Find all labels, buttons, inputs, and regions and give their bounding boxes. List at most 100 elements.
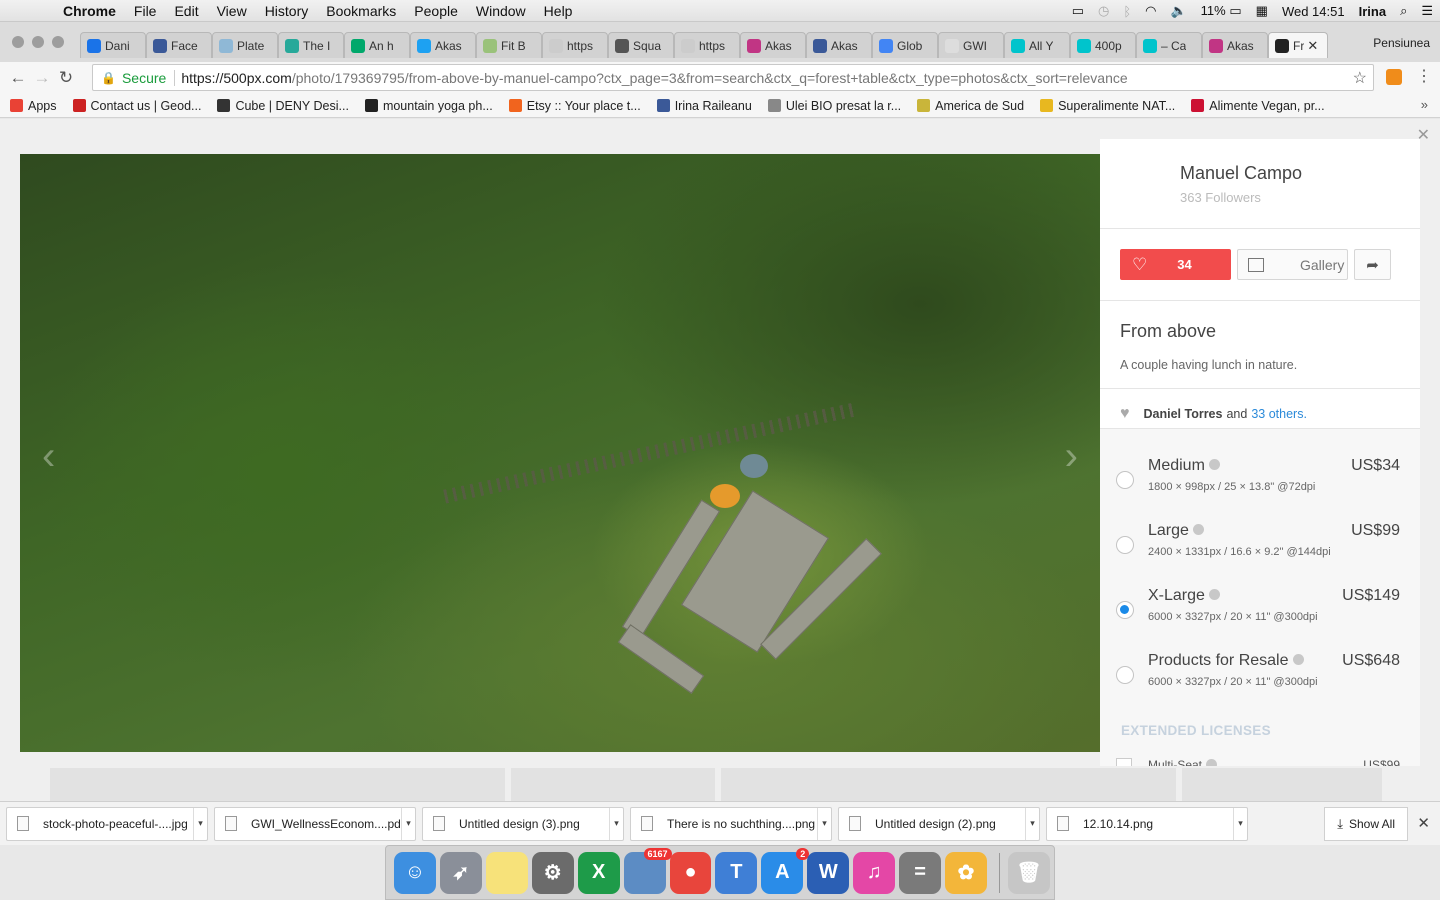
extension-icon[interactable]	[1386, 69, 1402, 85]
tab[interactable]: 400p	[1070, 32, 1136, 58]
menu-view[interactable]: View	[208, 3, 256, 19]
back-icon[interactable]: ←	[6, 68, 30, 88]
license-option[interactable]: Products for Resale 6000 × 3327px / 20 × …	[1116, 652, 1400, 717]
license-option[interactable]: Medium 1800 × 998px / 25 × 13.8" @72dpi US…	[1116, 457, 1400, 522]
license-radio[interactable]	[1116, 601, 1134, 619]
bookmark-item[interactable]: Superalimente NAT...	[1040, 99, 1175, 113]
tab[interactable]: Face	[146, 32, 212, 58]
prev-photo-arrow-icon[interactable]: ‹	[42, 434, 55, 479]
battery-status[interactable]: 11% ▭	[1194, 3, 1249, 19]
user-menu[interactable]: Irina	[1352, 4, 1393, 19]
tab[interactable]: An h	[344, 32, 410, 58]
license-radio[interactable]	[1116, 471, 1134, 489]
profile-button[interactable]: Pensiunea	[1373, 36, 1430, 50]
minimize-window-button[interactable]	[32, 36, 44, 48]
download-menu-chevron-icon[interactable]: ▾	[1233, 807, 1247, 840]
related-photo-thumb[interactable]	[50, 768, 505, 801]
notes-icon[interactable]	[485, 851, 528, 894]
tab[interactable]: Fit B	[476, 32, 542, 58]
excel-icon[interactable]: X	[577, 851, 620, 894]
finder-icon[interactable]: ☺	[394, 851, 436, 894]
bookmark-item[interactable]: Ulei BIO presat la r...	[767, 99, 901, 113]
url-text[interactable]: https://500px.com/photo/179369795/from-a…	[181, 70, 1127, 86]
download-menu-chevron-icon[interactable]: ▾	[817, 807, 831, 840]
bookmark-item[interactable]: Contact us | Geod...	[72, 99, 201, 113]
next-photo-arrow-icon[interactable]: ›	[1065, 434, 1078, 479]
close-tab-icon[interactable]: ✕	[1307, 38, 1318, 54]
trash-icon[interactable]: 🗑	[1007, 851, 1050, 894]
bookmark-item[interactable]: Irina Raileanu	[656, 99, 752, 113]
download-item[interactable]: There is no suchthing....png ▾	[630, 806, 832, 841]
tab[interactable]: https	[674, 32, 740, 58]
zoom-window-button[interactable]	[52, 36, 64, 48]
tab[interactable]: – Ca	[1136, 32, 1202, 58]
spotlight-search-icon[interactable]: ⌕	[1393, 3, 1414, 19]
tab[interactable]: Dani	[80, 32, 146, 58]
show-all-downloads-button[interactable]: ⤓ Show All	[1324, 807, 1408, 841]
tab[interactable]: Akas	[1202, 32, 1268, 58]
tab[interactable]: Squa	[608, 32, 674, 58]
multi-seat-checkbox[interactable]	[1116, 758, 1132, 766]
license-option[interactable]: X-Large 6000 × 3327px / 20 × 11" @300dpi U…	[1116, 587, 1400, 652]
tab[interactable]: All Y	[1004, 32, 1070, 58]
keynote-icon[interactable]: T	[715, 851, 758, 894]
download-item[interactable]: Untitled design (2).png ▾	[838, 806, 1040, 841]
bluetooth-icon[interactable]: ᛒ	[1116, 4, 1138, 19]
menu-edit[interactable]: Edit	[165, 3, 207, 19]
download-menu-chevron-icon[interactable]: ▾	[193, 807, 207, 840]
photo-image[interactable]: ‹ ›	[20, 154, 1100, 752]
menu-file[interactable]: File	[125, 3, 166, 19]
bookmark-item[interactable]: Cube | DENY Desi...	[217, 99, 349, 113]
download-item[interactable]: Untitled design (3).png ▾	[422, 806, 624, 841]
chrome-menu-icon[interactable]: ⋮	[1416, 66, 1432, 86]
add-to-gallery-button[interactable]: Gallery	[1237, 249, 1348, 280]
clock[interactable]: Wed 14:51	[1275, 4, 1352, 19]
notification-center-icon[interactable]: ☰	[1414, 3, 1440, 19]
author-name[interactable]: Manuel Campo	[1180, 163, 1420, 184]
close-window-button[interactable]	[12, 36, 24, 48]
preview-icon[interactable]: 6167	[623, 847, 672, 894]
close-shelf-icon[interactable]: ✕	[1417, 814, 1430, 832]
related-photo-thumb[interactable]	[511, 768, 715, 801]
download-item[interactable]: GWI_WellnessEconom....pdf ▾	[214, 806, 416, 841]
menu-app-chrome[interactable]: Chrome	[54, 3, 125, 19]
likers-others-link[interactable]: 33 others.	[1251, 407, 1307, 421]
share-button[interactable]: ➦	[1354, 249, 1391, 280]
launchpad-icon[interactable]: ➶	[439, 851, 482, 894]
wifi-icon[interactable]: ◠	[1138, 3, 1163, 19]
chrome-icon[interactable]: ●	[669, 851, 712, 894]
info-icon[interactable]	[1206, 759, 1218, 766]
system-preferences-icon[interactable]: ⚙	[531, 851, 574, 894]
tab[interactable]: Akas	[740, 32, 806, 58]
like-button[interactable]: ♡ 34	[1120, 249, 1231, 280]
menu-window[interactable]: Window	[467, 3, 535, 19]
info-icon[interactable]	[1192, 524, 1204, 535]
bookmark-item[interactable]: Apps	[10, 99, 57, 113]
reload-icon[interactable]: ↻	[54, 68, 78, 88]
tab-active[interactable]: Fr ✕	[1268, 32, 1328, 58]
license-radio[interactable]	[1116, 536, 1134, 554]
bookmark-item[interactable]: Etsy :: Your place t...	[508, 99, 641, 113]
itunes-icon[interactable]: ♫	[853, 851, 896, 894]
liker-name[interactable]: Daniel Torres	[1144, 407, 1223, 421]
download-menu-chevron-icon[interactable]: ▾	[401, 807, 415, 840]
volume-icon[interactable]: 🔈	[1163, 3, 1193, 19]
bookmark-item[interactable]: America de Sud	[917, 99, 1024, 113]
info-icon[interactable]	[1208, 589, 1220, 600]
info-icon[interactable]	[1208, 459, 1220, 470]
download-item[interactable]: stock-photo-peaceful-....jpg ▾	[6, 806, 208, 841]
related-photo-thumb[interactable]	[1182, 768, 1382, 801]
download-menu-chevron-icon[interactable]: ▾	[609, 807, 623, 840]
download-item[interactable]: 12.10.14.png ▾	[1046, 806, 1248, 841]
app-store-icon[interactable]: A2	[761, 847, 810, 894]
bookmark-item[interactable]: Alimente Vegan, pr...	[1191, 99, 1325, 113]
related-photo-thumb[interactable]	[721, 768, 1176, 801]
address-bar[interactable]: 🔒 Secure https://500px.com/photo/1793697…	[92, 64, 1374, 91]
menu-history[interactable]: History	[256, 3, 318, 19]
tab[interactable]: https	[542, 32, 608, 58]
tab[interactable]: Akas	[806, 32, 872, 58]
info-icon[interactable]	[1292, 654, 1304, 665]
more-bookmarks-icon[interactable]: »	[1421, 97, 1428, 112]
tab[interactable]: Glob	[872, 32, 938, 58]
tab[interactable]: Plate	[212, 32, 278, 58]
